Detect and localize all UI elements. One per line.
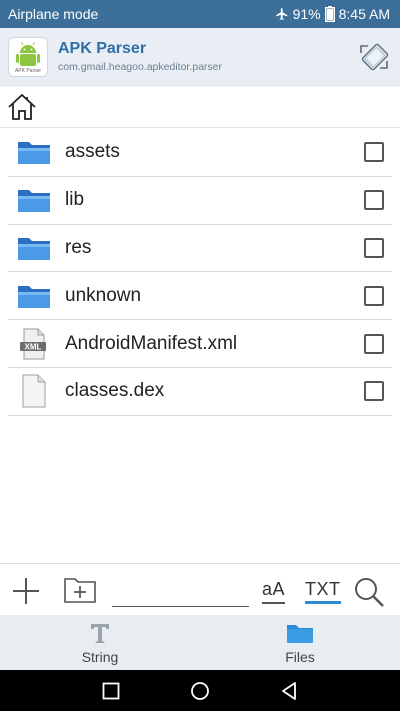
file-row-assets[interactable]: assets <box>8 129 392 177</box>
select-checkbox[interactable] <box>364 333 384 354</box>
search-icon <box>355 578 384 607</box>
screen-rotate-icon <box>360 43 389 70</box>
path-bar <box>0 86 400 128</box>
text-t-icon <box>91 624 109 643</box>
status-airplane-text: Airplane mode <box>8 6 99 22</box>
battery-icon <box>324 6 335 22</box>
recents-button[interactable] <box>67 682 156 700</box>
folder-icon <box>16 134 52 170</box>
match-case-label: aA <box>262 579 286 599</box>
file-row-unknown[interactable]: unknown <box>8 272 392 321</box>
file-row-lib[interactable]: lib <box>8 177 392 225</box>
select-checkbox[interactable] <box>364 381 384 402</box>
plus-icon <box>13 578 39 604</box>
square-icon <box>102 682 120 699</box>
txt-filter-label: TXT <box>305 579 341 599</box>
new-folder-icon <box>64 578 96 603</box>
rotate-screen-button[interactable] <box>356 39 392 75</box>
battery-percent: 91% <box>292 6 321 22</box>
file-name: AndroidManifest.xml <box>65 332 238 354</box>
select-checkbox[interactable] <box>364 285 384 306</box>
select-checkbox[interactable] <box>364 190 384 211</box>
match-case-button[interactable]: aA <box>262 579 286 604</box>
folder-icon <box>16 182 52 218</box>
app-logo-caption: APK Parser <box>14 67 42 74</box>
file-name: assets <box>65 141 120 163</box>
add-file-button[interactable] <box>10 576 42 606</box>
app-bar: APK Parser APK Parser com.gmail.heagoo.a… <box>0 28 400 86</box>
file-row-androidmanifest[interactable]: XML AndroidManifest.xml <box>8 320 392 368</box>
tab-label: Files <box>285 649 315 665</box>
file-row-res[interactable]: res <box>8 225 392 273</box>
folder-tab-icon <box>287 625 313 643</box>
xml-file-icon: XML <box>16 326 52 362</box>
app-titles: APK Parser com.gmail.heagoo.apkeditor.pa… <box>58 39 356 75</box>
tab-string[interactable]: String <box>0 615 200 670</box>
app-logo: APK Parser <box>8 36 48 77</box>
circle-icon <box>191 681 209 700</box>
bottom-toolbar: aA TXT <box>0 563 400 615</box>
clock: 8:45 AM <box>338 6 390 22</box>
file-name: res <box>65 236 92 258</box>
home-button[interactable] <box>6 92 38 122</box>
system-nav-bar <box>0 670 400 711</box>
back-button[interactable] <box>245 681 334 701</box>
folder-icon <box>16 278 52 314</box>
add-folder-button[interactable] <box>62 574 98 606</box>
home-nav-button[interactable] <box>156 681 245 701</box>
search-input[interactable] <box>112 581 249 607</box>
file-name: lib <box>65 189 85 211</box>
select-checkbox[interactable] <box>364 142 384 163</box>
tab-bar: String Files <box>0 615 400 670</box>
status-bar: Airplane mode 91% 8:45 AM <box>0 0 400 28</box>
folder-icon <box>16 230 52 266</box>
back-triangle-icon <box>282 681 296 700</box>
search-button[interactable] <box>352 575 386 609</box>
xml-badge-text: XML <box>25 342 42 351</box>
file-name: classes.dex <box>65 380 165 402</box>
tab-files[interactable]: Files <box>200 615 400 670</box>
android-robot-icon <box>16 41 40 66</box>
home-icon <box>8 93 36 120</box>
airplane-icon <box>275 7 289 21</box>
file-name: unknown <box>65 284 142 306</box>
txt-filter-button[interactable]: TXT <box>305 579 341 604</box>
app-title: APK Parser <box>58 39 147 57</box>
file-row-classes-dex[interactable]: classes.dex <box>8 368 392 416</box>
file-list: assets lib res unknown XML AndroidManife… <box>0 129 400 416</box>
tab-label: String <box>81 649 119 665</box>
file-icon <box>16 373 52 409</box>
app-package-name: com.gmail.heagoo.apkeditor.parser <box>58 60 223 73</box>
status-right: 91% 8:45 AM <box>275 6 390 22</box>
select-checkbox[interactable] <box>364 237 384 258</box>
